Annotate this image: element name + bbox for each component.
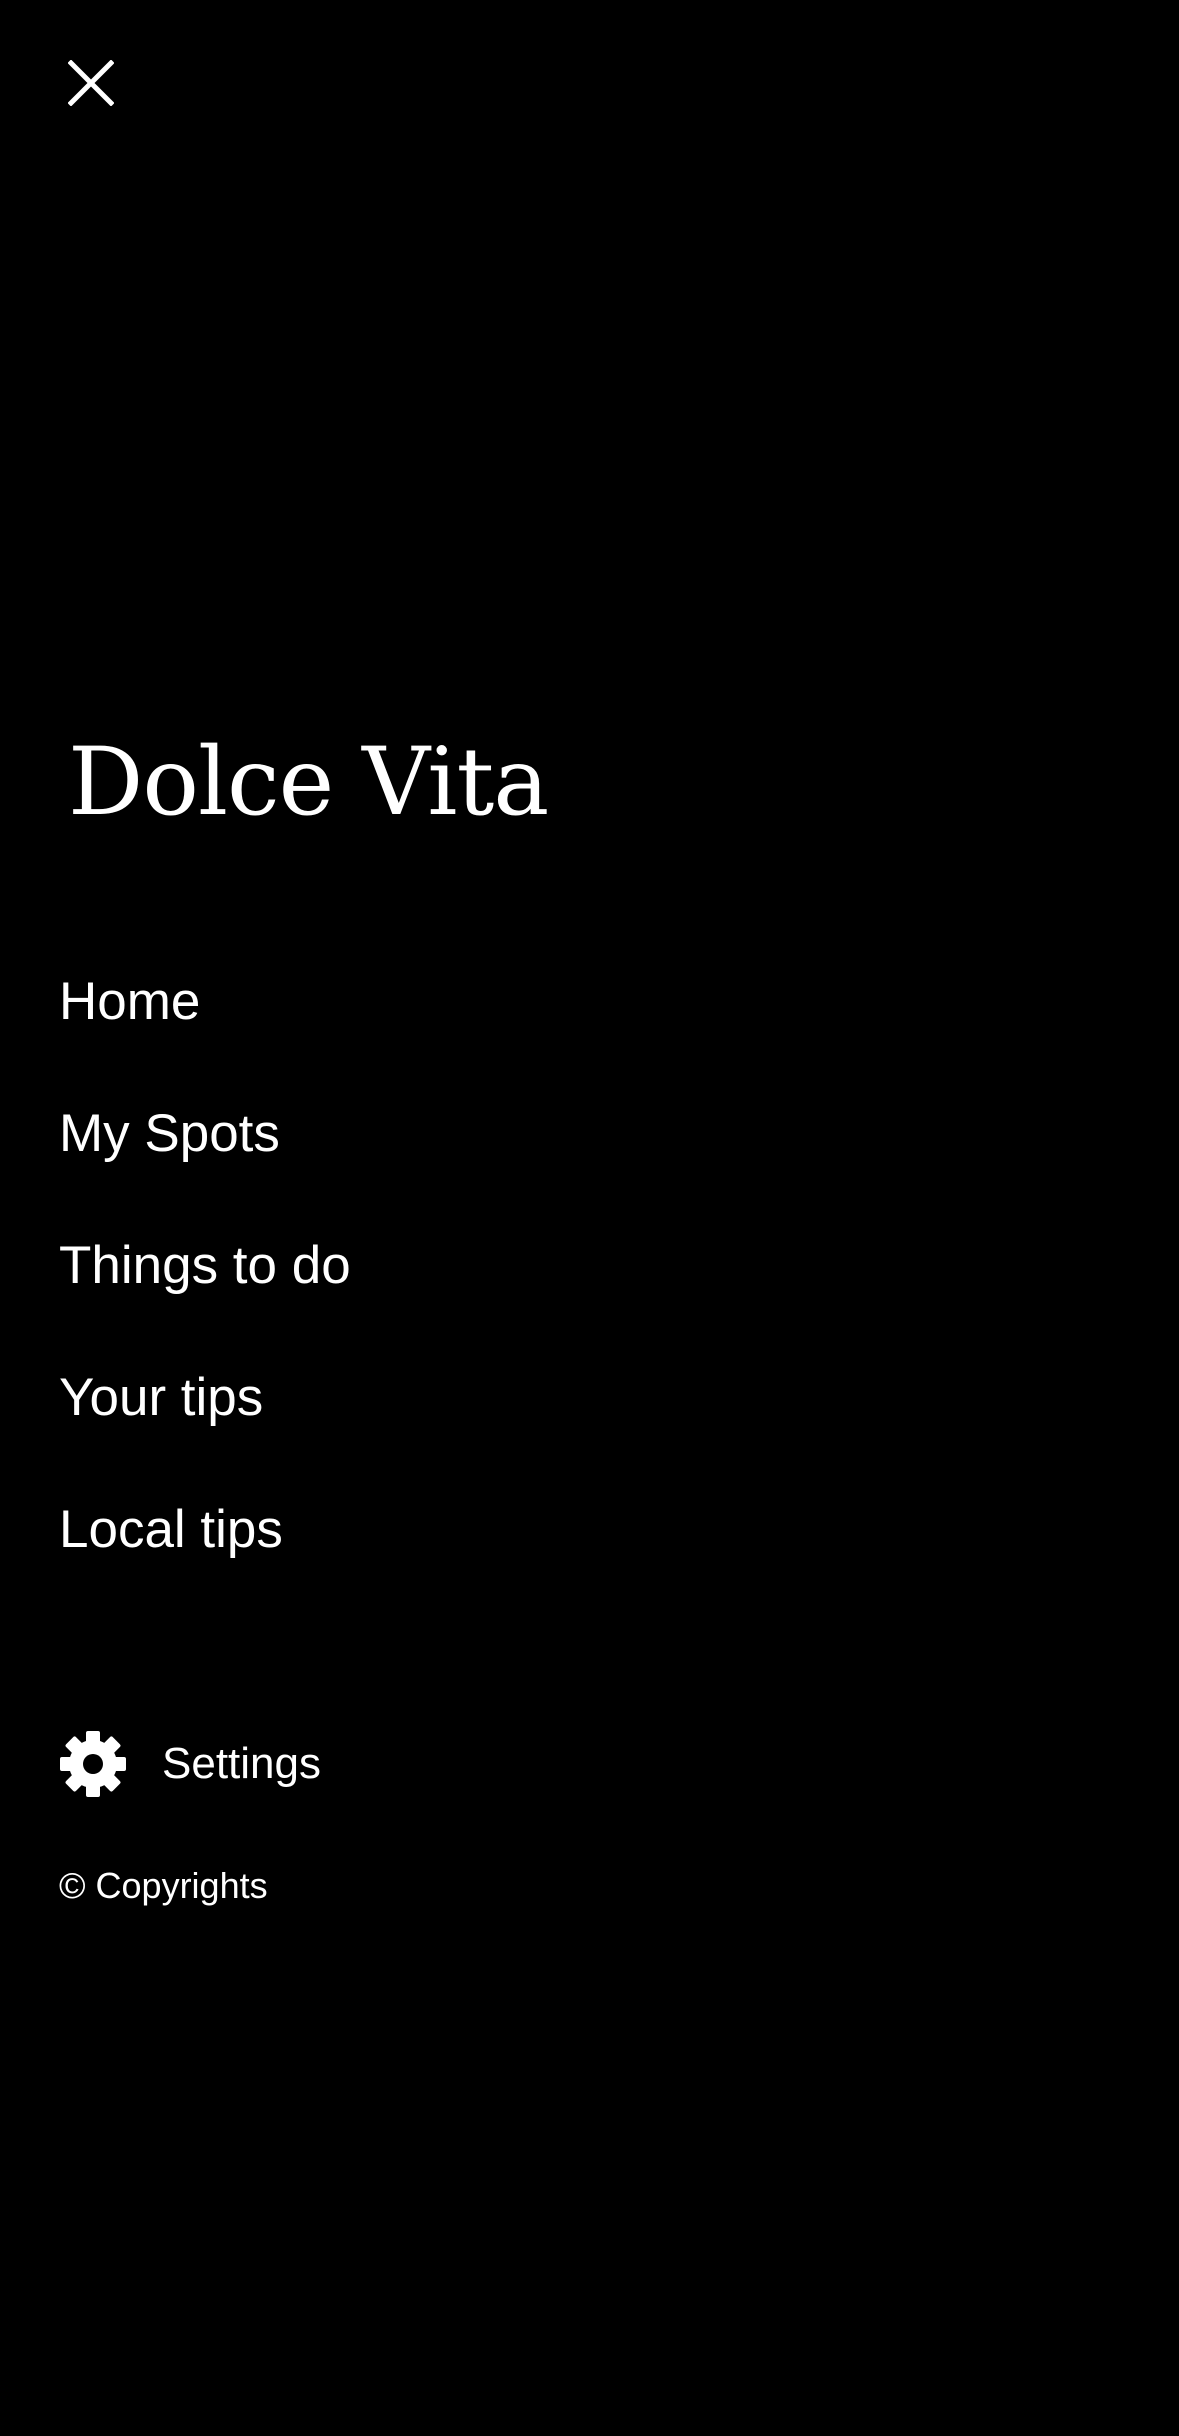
nav-item-your-tips[interactable]: Your tips bbox=[59, 1358, 351, 1490]
copyright-text: © Copyrights bbox=[59, 1865, 268, 1906]
close-menu-button[interactable] bbox=[62, 58, 120, 108]
brand-title: Dolce Vita bbox=[68, 728, 549, 837]
nav-item-home[interactable]: Home bbox=[59, 962, 351, 1094]
nav-item-things-to-do[interactable]: Things to do bbox=[59, 1226, 351, 1358]
settings-label: Settings bbox=[162, 1739, 321, 1788]
nav-item-local-tips[interactable]: Local tips bbox=[59, 1490, 351, 1622]
nav-menu: Home My Spots Things to do Your tips Loc… bbox=[59, 962, 351, 1622]
close-icon bbox=[68, 60, 114, 106]
nav-item-my-spots[interactable]: My Spots bbox=[59, 1094, 351, 1226]
settings-button[interactable]: Settings bbox=[59, 1729, 321, 1799]
gear-icon bbox=[60, 1731, 126, 1797]
